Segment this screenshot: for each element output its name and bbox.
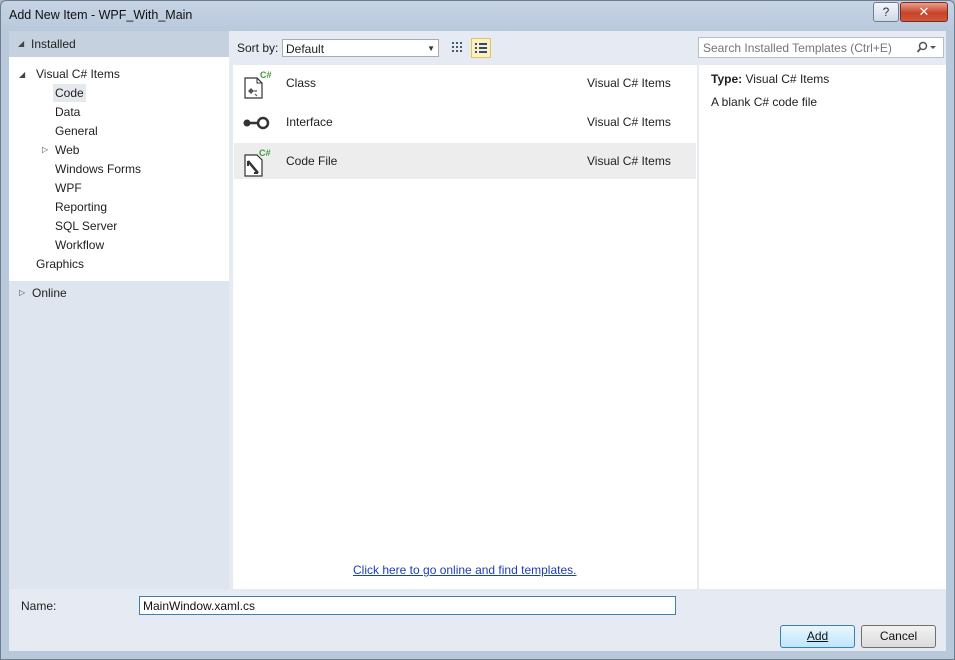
tree-item-workflow[interactable]: Workflow	[55, 236, 104, 254]
template-name: Code File	[286, 154, 338, 168]
template-category-tree: ◢ Installed ◢ Visual C# Items Code Data …	[9, 31, 229, 589]
type-label: Type:	[711, 72, 743, 86]
template-list: C# Class Visual C# Items Interface Visua…	[233, 65, 697, 589]
add-button[interactable]: Add	[780, 625, 855, 648]
template-description: A blank C# code file	[711, 95, 818, 109]
help-button[interactable]: ?	[873, 2, 899, 22]
collapse-triangle-icon[interactable]: ◢	[18, 40, 26, 48]
tree-item-wpf[interactable]: WPF	[55, 179, 82, 197]
dialog-client-area: ◢ Installed ◢ Visual C# Items Code Data …	[9, 31, 946, 651]
title-bar[interactable]: Add New Item - WPF_With_Main ? ✕	[1, 1, 954, 31]
interface-icon	[242, 108, 270, 136]
search-icon[interactable]	[915, 40, 936, 56]
name-label: Name:	[21, 599, 57, 613]
installed-section-header[interactable]: ◢ Installed	[9, 31, 229, 57]
small-icons-view-button[interactable]	[448, 38, 468, 58]
template-name: Class	[286, 76, 317, 90]
find-online-templates-link[interactable]: Click here to go online and find templat…	[353, 563, 576, 577]
list-view-icon	[475, 43, 487, 53]
template-details-pane: Type: Visual C# Items A blank C# code fi…	[699, 65, 946, 589]
tree-item-code[interactable]: Code	[53, 84, 86, 102]
template-row-interface[interactable]: Interface Visual C# Items	[234, 104, 696, 140]
add-new-item-dialog: Add New Item - WPF_With_Main ? ✕ ◢ Insta…	[0, 0, 955, 660]
sort-by-label: Sort by:	[237, 41, 279, 55]
class-icon: C#	[242, 69, 272, 99]
template-category: Visual C# Items	[587, 115, 671, 129]
tree-item-online[interactable]: Online	[32, 284, 67, 302]
tree-item-data[interactable]: Data	[55, 103, 80, 121]
tree-item-windows-forms[interactable]: Windows Forms	[55, 160, 141, 178]
add-button-label: Add	[806, 629, 829, 643]
tree-item-visual-csharp-items[interactable]: Visual C# Items	[36, 65, 120, 83]
type-value: Visual C# Items	[745, 72, 830, 86]
template-type-row: Type: Visual C# Items	[711, 72, 829, 86]
tree-item-reporting[interactable]: Reporting	[55, 198, 107, 216]
tree-item-general[interactable]: General	[55, 122, 98, 140]
installed-label: Installed	[31, 37, 76, 51]
cancel-button[interactable]: Cancel	[861, 625, 936, 648]
name-field[interactable]	[139, 596, 676, 615]
template-category: Visual C# Items	[587, 76, 671, 90]
template-row-code-file[interactable]: C# Code File Visual C# Items	[234, 143, 696, 179]
search-templates-input[interactable]	[699, 38, 919, 57]
sort-by-value: Default	[286, 42, 325, 56]
sort-by-dropdown[interactable]: Default ▼	[282, 39, 439, 57]
template-name: Interface	[286, 115, 333, 129]
close-button[interactable]: ✕	[900, 2, 948, 22]
tree-item-web[interactable]: Web	[55, 141, 79, 159]
window-title: Add New Item - WPF_With_Main	[9, 8, 193, 22]
template-row-class[interactable]: C# Class Visual C# Items	[234, 65, 696, 101]
search-templates-box[interactable]	[698, 37, 944, 58]
list-view-button[interactable]	[471, 38, 491, 58]
tree-item-sql-server[interactable]: SQL Server	[55, 217, 117, 235]
grid-view-icon	[452, 42, 462, 52]
expand-triangle-icon[interactable]: ▷	[42, 146, 50, 154]
svg-text:C#: C#	[259, 148, 271, 158]
tree-item-graphics[interactable]: Graphics	[36, 255, 84, 273]
template-toolbar: Sort by: Default ▼	[229, 31, 946, 65]
template-category: Visual C# Items	[587, 154, 671, 168]
svg-text:C#: C#	[260, 70, 272, 80]
dropdown-arrow-icon: ▼	[427, 44, 435, 53]
expand-triangle-icon[interactable]: ▷	[19, 289, 27, 297]
code-file-icon: C#	[242, 147, 271, 177]
collapse-triangle-icon[interactable]: ◢	[19, 71, 27, 79]
